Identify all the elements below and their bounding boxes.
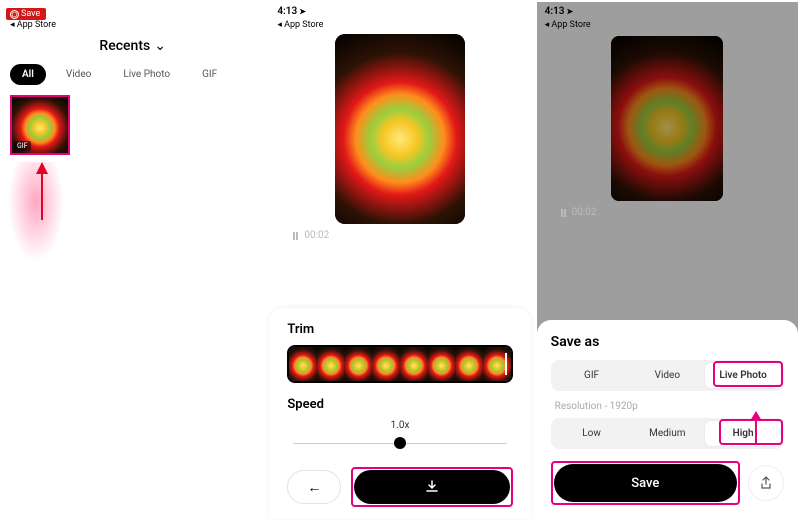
pinterest-icon xyxy=(10,10,19,19)
back-to-app[interactable]: ◂ App Store xyxy=(537,20,798,30)
annotation-arrow xyxy=(32,162,52,222)
filter-tabs: All Video Live Photo GIF xyxy=(2,64,263,85)
back-button[interactable]: ← xyxy=(287,470,341,504)
playback-indicator[interactable]: 00:02 xyxy=(269,224,530,249)
pause-icon xyxy=(293,232,298,240)
format-video[interactable]: Video xyxy=(629,363,705,388)
tab-video[interactable]: Video xyxy=(54,64,103,85)
arrow-left-icon: ← xyxy=(307,479,321,496)
tab-all[interactable]: All xyxy=(10,64,46,85)
trim-title: Trim xyxy=(287,322,512,337)
annotation-arrow xyxy=(748,411,764,445)
status-time: 4:13 xyxy=(545,6,565,17)
speed-value: 1.0x xyxy=(287,420,512,431)
tab-gif[interactable]: GIF xyxy=(190,64,229,85)
preview-image xyxy=(335,34,465,224)
playback-time: 00:02 xyxy=(304,230,329,241)
speed-title: Speed xyxy=(287,397,512,412)
save-sheet: Save as GIF Video Live Photo Resolution … xyxy=(537,320,798,519)
playback-time: 00:02 xyxy=(572,207,597,218)
share-icon xyxy=(759,476,773,490)
tab-livephoto[interactable]: Live Photo xyxy=(111,64,182,85)
pinterest-save-badge[interactable]: Save xyxy=(6,8,46,20)
media-thumbnail[interactable]: GIF xyxy=(10,95,70,155)
screen-library: Save ◂ App Store Recents ⌄ All Video Liv… xyxy=(2,2,263,519)
format-livephoto[interactable]: Live Photo xyxy=(705,363,781,388)
quality-medium[interactable]: Medium xyxy=(629,421,705,446)
quality-high[interactable]: High xyxy=(705,421,781,446)
format-segmented: GIF Video Live Photo xyxy=(551,360,784,391)
status-bar: 4:13➤ xyxy=(269,2,530,20)
download-button[interactable] xyxy=(354,470,509,504)
speed-slider[interactable] xyxy=(293,433,506,453)
save-badge-label: Save xyxy=(21,9,40,19)
trim-strip[interactable] xyxy=(287,345,512,383)
edit-card: Trim Speed 1.0x ← xyxy=(269,308,530,519)
thumbnail-badge: GIF xyxy=(14,141,31,151)
format-gif[interactable]: GIF xyxy=(554,363,630,388)
library-title[interactable]: Recents ⌄ xyxy=(2,30,263,64)
back-to-app[interactable]: ◂ App Store xyxy=(269,20,530,30)
save-button[interactable]: Save xyxy=(554,464,737,502)
slider-thumb[interactable] xyxy=(394,437,406,449)
status-time: 4:13 xyxy=(277,6,297,17)
download-icon xyxy=(424,479,440,495)
status-bar: 4:13➤ xyxy=(537,2,798,20)
screen-edit: 4:13➤ ◂ App Store 00:02 Trim Speed 1.0x … xyxy=(269,2,530,519)
screen-save: 4:13➤ ◂ App Store 00:02 Save as GIF Vide… xyxy=(537,2,798,519)
pause-icon xyxy=(561,209,566,217)
share-button[interactable] xyxy=(748,465,784,501)
back-to-app[interactable]: ◂ App Store xyxy=(2,20,263,30)
location-icon: ➤ xyxy=(299,7,306,16)
location-icon: ➤ xyxy=(567,7,574,16)
preview[interactable] xyxy=(335,34,465,224)
chevron-down-icon: ⌄ xyxy=(154,38,166,54)
quality-low[interactable]: Low xyxy=(554,421,630,446)
sheet-title: Save as xyxy=(551,334,784,350)
playback-indicator: 00:02 xyxy=(537,201,798,226)
